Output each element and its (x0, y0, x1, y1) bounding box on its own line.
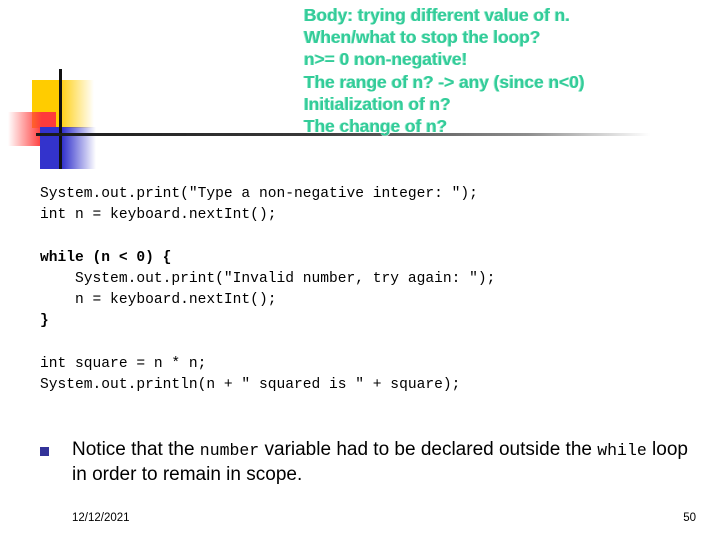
code-line: } (40, 313, 49, 330)
footer-date: 12/12/2021 (72, 512, 130, 524)
title-line-6: The change of n? (304, 116, 448, 137)
decoration-square-red (8, 112, 56, 146)
title-line-1: Body: trying different value of n. (304, 5, 570, 25)
code-line: int square = n * n; (40, 355, 207, 372)
corner-decoration-graphic (0, 55, 650, 180)
code-block: System.out.print("Type a non-negative in… (40, 184, 690, 396)
slide-title-block: Body: trying different value of n. When/… (304, 4, 716, 137)
decoration-vertical-rule (59, 69, 62, 169)
code-line: int n = keyboard.nextInt(); (40, 207, 277, 224)
code-line: System.out.println(n + " squared is " + … (40, 377, 461, 394)
title-line-5: Initialization of n? (304, 93, 451, 114)
bullet-item-text: Notice that the number variable had to b… (72, 438, 690, 487)
title-line-4: The range of n? -> any (since n<0) (304, 71, 585, 92)
footer-page-number: 50 (683, 512, 696, 524)
title-line-3: n>= 0 non-negative! (304, 49, 468, 70)
bullet-square-icon (40, 447, 49, 456)
bullet-list-item: Notice that the number variable had to b… (40, 438, 690, 487)
bullet-text-segment: variable had to be declared outside the (259, 439, 598, 460)
decoration-square-yellow (32, 80, 94, 128)
title-line-2: When/what to stop the loop? (304, 27, 541, 48)
bullet-text-segment: Notice that the (72, 439, 200, 460)
code-line: n = keyboard.nextInt(); (40, 292, 277, 309)
code-line: System.out.print("Type a non-negative in… (40, 186, 478, 202)
code-line: System.out.print("Invalid number, try ag… (40, 270, 496, 287)
decoration-square-blue (40, 127, 96, 169)
bullet-code-term: while (597, 441, 647, 460)
slide-canvas: Body: trying different value of n. When/… (0, 0, 720, 540)
code-line: while (n < 0) { (40, 249, 172, 266)
bullet-code-term: number (199, 441, 260, 460)
